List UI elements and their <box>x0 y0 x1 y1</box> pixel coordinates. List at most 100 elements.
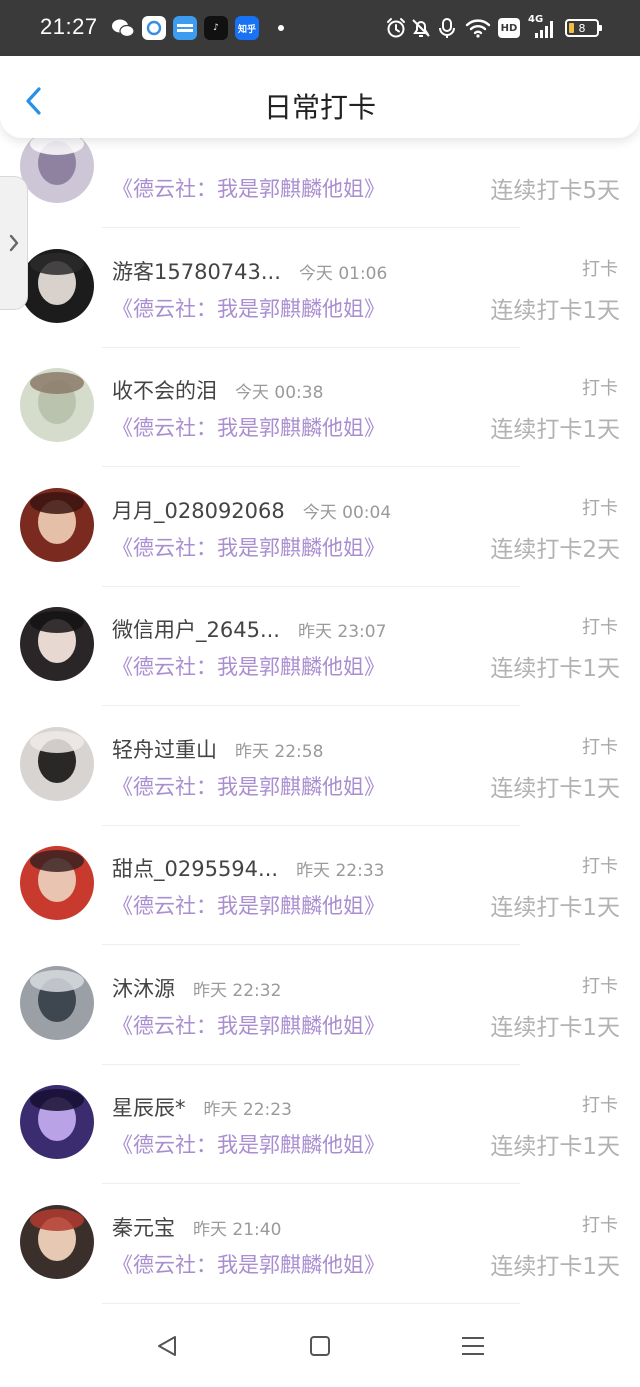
app-icon-circle <box>142 16 166 40</box>
streak-count: 连续打卡1天 <box>490 1253 620 1280</box>
zhihu-icon: 知乎 <box>235 16 259 40</box>
checkin-header: 轻舟过重山 昨天 22:58 <box>112 734 323 764</box>
user-avatar[interactable] <box>20 487 94 562</box>
streak-count: 连续打卡1天 <box>490 1134 620 1160</box>
user-avatar[interactable] <box>20 1204 94 1279</box>
hd-icon: HD <box>498 18 520 38</box>
book-title-link[interactable]: 《德云社：我是郭麒麟他姐》 <box>112 890 385 920</box>
alarm-icon <box>385 16 407 40</box>
checkin-tag: 打卡 <box>582 1095 618 1116</box>
book-title-link[interactable]: 《德云社：我是郭麒麟他姐》 <box>112 651 385 681</box>
checkin-header: 月月_028092068 今天 00:04 <box>112 495 391 525</box>
checkin-time: 今天 00:04 <box>302 502 392 523</box>
checkin-time: 今天 00:38 <box>235 383 324 403</box>
user-name[interactable]: 微信用户_2645... <box>112 614 280 644</box>
checkin-time: 昨天 22:58 <box>235 741 324 762</box>
book-title-link[interactable]: 《德云社：我是郭麒麟他姐》 <box>112 1249 385 1279</box>
microphone-icon <box>437 16 457 40</box>
book-title-link[interactable]: 《德云社：我是郭麒麟他姐》 <box>112 1010 385 1040</box>
checkin-time: 昨天 22:32 <box>193 980 282 1001</box>
checkin-header: 收不会的泪 今天 00:38 <box>112 375 323 405</box>
user-name[interactable]: 轻舟过重山 <box>112 734 217 764</box>
user-name[interactable]: 游客15780743... <box>112 256 281 286</box>
checkin-item[interactable]: 游客15780743... 今天 01:06 打卡《德云社：我是郭麒麟他姐》 连续打卡… <box>0 228 640 348</box>
checkin-header: 微信用户_2645... 昨天 23:07 <box>112 614 386 644</box>
checkin-header: 游客15780743... 今天 01:06 <box>112 256 387 286</box>
chevron-right-icon <box>9 234 19 252</box>
checkin-time: 今天 01:06 <box>298 263 388 284</box>
streak-count: 连续打卡2天 <box>490 536 620 563</box>
checkin-tag: 打卡 <box>582 617 618 638</box>
checkin-time: 昨天 22:23 <box>203 1100 292 1120</box>
wechat-icon <box>111 16 135 40</box>
book-title-link[interactable]: 《德云社：我是郭麒麟他姐》 <box>112 771 385 801</box>
status-time: 21:27 <box>40 14 98 39</box>
checkin-tag: 打卡 <box>582 497 618 519</box>
user-avatar[interactable] <box>20 607 94 681</box>
home-square-icon[interactable] <box>309 1335 331 1361</box>
app-icon-blue <box>173 16 197 40</box>
checkin-item[interactable]: 收不会的泪 今天 00:38 打卡《德云社：我是郭麒麟他姐》 连续打卡1天 <box>0 347 640 467</box>
back-triangle-icon[interactable] <box>156 1335 178 1361</box>
checkin-time: 昨天 21:40 <box>193 1219 282 1240</box>
user-avatar[interactable] <box>20 1085 94 1159</box>
checkin-tag: 打卡 <box>582 1214 618 1236</box>
user-avatar[interactable] <box>20 248 94 323</box>
side-drawer-handle[interactable] <box>0 176 28 310</box>
checkin-time: 昨天 23:07 <box>297 622 387 642</box>
checkin-item[interactable]: 微信用户_2645... 昨天 23:07 打卡《德云社：我是郭麒麟他姐》 连续打卡1… <box>0 586 640 706</box>
streak-count: 连续打卡1天 <box>490 895 620 921</box>
checkin-time: 昨天 22:33 <box>296 861 385 881</box>
book-title-link[interactable]: 《德云社：我是郭麒麟他姐》 <box>112 1129 385 1159</box>
wifi-icon <box>465 16 491 40</box>
user-name[interactable]: 沐沐源 <box>112 973 175 1003</box>
user-avatar[interactable] <box>20 965 94 1040</box>
user-name[interactable]: 甜点_0295594... <box>112 853 278 883</box>
checkin-tag: 打卡 <box>582 378 618 399</box>
checkin-item[interactable]: 月月_028092068 今天 00:04 打卡《德云社：我是郭麒麟他姐》 连续打卡2… <box>0 467 640 587</box>
checkin-header: 甜点_0295594... 昨天 22:33 <box>112 853 384 883</box>
checkin-item[interactable]: 沐沐源 昨天 22:32 打卡《德云社：我是郭麒麟他姐》 连续打卡1天 <box>0 945 640 1065</box>
user-name[interactable]: 星辰辰* <box>112 1092 186 1122</box>
user-name[interactable]: 月月_028092068 <box>112 495 285 525</box>
checkin-tag: 打卡 <box>582 258 618 280</box>
recents-menu-icon[interactable] <box>461 1335 485 1361</box>
cellular-signal-icon: 4G <box>528 14 556 40</box>
user-avatar[interactable] <box>20 138 94 203</box>
battery-level: 8 <box>578 21 586 35</box>
checkin-item[interactable]: 甜点_0295594... 昨天 22:33 打卡《德云社：我是郭麒麟他姐》 连续打卡… <box>0 825 640 945</box>
checkin-list[interactable]: 《德云社：我是郭麒麟他姐》 连续打卡5天游客15780743... 今天 01:06… <box>0 138 640 1305</box>
book-title-link[interactable]: 《德云社：我是郭麒麟他姐》 <box>112 173 385 203</box>
book-title-link[interactable]: 《德云社：我是郭麒麟他姐》 <box>112 293 385 323</box>
user-name[interactable]: 收不会的泪 <box>112 375 217 405</box>
tiktok-icon: ♪ <box>204 16 228 40</box>
mute-bell-icon <box>410 16 432 40</box>
book-title-link[interactable]: 《德云社：我是郭麒麟他姐》 <box>112 532 385 562</box>
streak-count: 连续打卡1天 <box>490 417 620 443</box>
checkin-header: 秦元宝 昨天 21:40 <box>112 1212 281 1242</box>
user-avatar[interactable] <box>20 368 94 442</box>
streak-count: 连续打卡1天 <box>490 1014 620 1041</box>
user-avatar[interactable] <box>20 846 94 920</box>
streak-count: 连续打卡1天 <box>490 656 620 682</box>
network-type-label: 4G <box>528 14 544 25</box>
streak-count: 连续打卡5天 <box>490 178 620 204</box>
checkin-tag: 打卡 <box>582 856 618 877</box>
checkin-item[interactable]: 轻舟过重山 昨天 22:58 打卡 《德云社：我是郭麒麟他姐》 连续打卡1天 <box>0 706 640 826</box>
status-bar: 21:27 ♪ 知乎 HD 4G 8 <box>0 0 640 56</box>
checkin-header: 星辰辰* 昨天 22:23 <box>112 1092 292 1122</box>
checkin-item[interactable]: 秦元宝 昨天 21:40 打卡《德云社：我是郭麒麟他姐》 连续打卡1天 <box>0 1184 640 1304</box>
nav-header: 日常打卡 <box>0 56 640 138</box>
user-avatar[interactable] <box>20 726 94 801</box>
streak-count: 连续打卡1天 <box>490 775 620 802</box>
checkin-item[interactable]: 星辰辰* 昨天 22:23 打卡《德云社：我是郭麒麟他姐》 连续打卡1天 <box>0 1064 640 1184</box>
streak-count: 连续打卡1天 <box>490 297 620 324</box>
user-name[interactable]: 秦元宝 <box>112 1212 175 1242</box>
checkin-tag: 打卡 <box>582 975 618 997</box>
system-navigation-bar <box>0 1305 640 1387</box>
book-title-link[interactable]: 《德云社：我是郭麒麟他姐》 <box>112 412 385 442</box>
row-divider <box>102 1302 520 1304</box>
checkin-item[interactable]: 《德云社：我是郭麒麟他姐》 连续打卡5天 <box>0 138 640 228</box>
checkin-header: 沐沐源 昨天 22:32 <box>112 973 281 1003</box>
battery-icon: 8 <box>565 19 602 37</box>
